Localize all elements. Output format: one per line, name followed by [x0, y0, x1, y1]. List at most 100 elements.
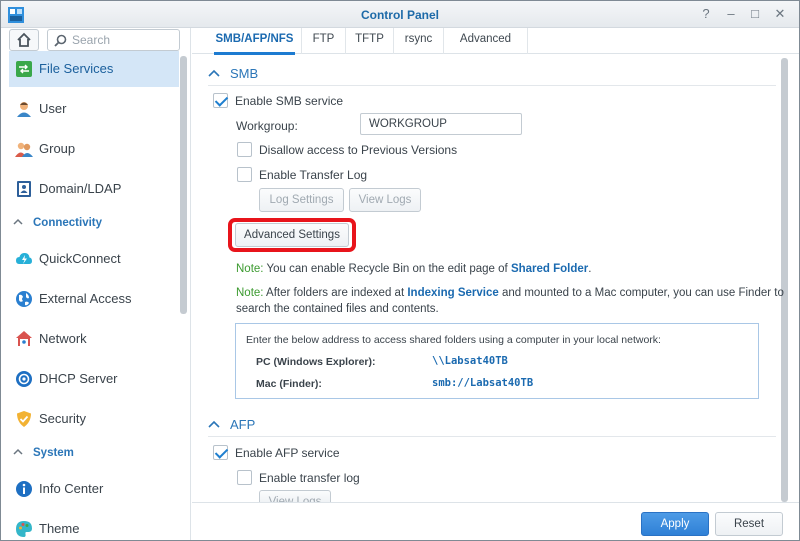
sidebar-item-label: Security — [39, 411, 86, 426]
advanced-settings-button[interactable]: Advanced Settings — [235, 223, 349, 247]
sidebar: File Services User Group — [1, 28, 191, 540]
chevron-up-icon — [208, 420, 220, 428]
section-divider — [208, 85, 776, 86]
afp-transfer-log-checkbox[interactable] — [237, 470, 252, 485]
sidebar-item-label: DHCP Server — [39, 371, 118, 386]
main-panel: SMB/AFP/NFS FTP TFTP rsync Advanced SMB … — [192, 28, 799, 540]
access-address-box: Enter the below address to access shared… — [235, 323, 759, 399]
workgroup-input[interactable] — [360, 113, 522, 135]
maximize-button[interactable]: □ — [747, 6, 763, 22]
home-icon — [17, 32, 31, 47]
enable-transfer-log-checkbox[interactable] — [237, 167, 252, 182]
indexing-service-link[interactable]: Indexing Service — [407, 287, 498, 299]
recycle-bin-note: Note: You can enable Recycle Bin on the … — [236, 261, 591, 277]
chevron-up-icon — [13, 218, 23, 225]
control-panel-window: Control Panel ? – □ ✕ File Services — [0, 0, 800, 541]
chevron-up-icon — [208, 69, 220, 77]
enable-smb-checkbox[interactable] — [213, 93, 228, 108]
note-text: You can enable Recycle Bin on the edit p… — [263, 263, 511, 275]
theme-icon — [16, 521, 32, 537]
enable-afp-label: Enable AFP service — [235, 446, 340, 460]
note-line-2: search the contained files and contents. — [236, 303, 439, 315]
disallow-previous-versions-checkbox[interactable] — [237, 142, 252, 157]
sidebar-item-security[interactable]: Security — [9, 401, 179, 437]
mac-label: Mac (Finder): — [256, 378, 322, 390]
user-icon — [17, 102, 31, 117]
footer-bar: Apply Reset — [192, 502, 799, 540]
shared-folder-link[interactable]: Shared Folder — [511, 263, 588, 275]
sidebar-item-external-access[interactable]: External Access — [9, 281, 179, 317]
sidebar-section-connectivity[interactable]: Connectivity — [11, 214, 179, 234]
search-input[interactable] — [72, 32, 176, 48]
sidebar-item-label: Theme — [39, 521, 80, 536]
smb-section-title: SMB — [230, 66, 259, 81]
note-prefix: Note: — [236, 263, 264, 275]
tab-rsync[interactable]: rsync — [394, 28, 444, 54]
sidebar-item-theme[interactable]: Theme — [9, 511, 179, 540]
tab-ftp[interactable]: FTP — [302, 28, 346, 54]
group-icon — [15, 142, 33, 157]
sidebar-item-file-services[interactable]: File Services — [9, 51, 179, 87]
mac-address[interactable]: smb://Labsat40TB — [432, 377, 533, 389]
note-text: After folders are indexed at — [263, 287, 408, 299]
sidebar-item-group[interactable]: Group — [9, 131, 179, 167]
sidebar-item-label: Group — [39, 141, 76, 156]
info-icon — [16, 481, 32, 497]
sidebar-item-label: Network — [39, 331, 87, 346]
sidebar-item-quickconnect[interactable]: QuickConnect — [9, 241, 179, 277]
window-title: Control Panel — [360, 8, 439, 22]
afp-section-title: AFP — [230, 417, 256, 432]
note-text-2: and mounted to a Mac computer, you can u… — [498, 287, 784, 299]
tab-tftp[interactable]: TFTP — [346, 28, 394, 54]
help-button[interactable]: ? — [698, 6, 714, 22]
chevron-up-icon — [13, 448, 23, 455]
search-icon — [54, 34, 67, 47]
view-logs-button[interactable]: View Logs — [349, 188, 421, 212]
quickconnect-icon — [16, 253, 32, 264]
section-divider — [208, 436, 776, 437]
file-services-icon — [16, 61, 32, 77]
sidebar-section-system[interactable]: System — [11, 444, 179, 464]
note-suffix: . — [588, 263, 592, 275]
tab-smb-afp-nfs[interactable]: SMB/AFP/NFS — [208, 28, 302, 55]
sidebar-item-label: External Access — [39, 291, 132, 306]
globe-icon — [16, 291, 32, 307]
sidebar-scrollbar[interactable] — [180, 56, 187, 314]
disallow-previous-versions-label: Disallow access to Previous Versions — [259, 143, 458, 157]
sidebar-item-label: Domain/LDAP — [39, 181, 122, 196]
network-icon — [16, 331, 32, 346]
search-box[interactable] — [47, 29, 180, 51]
afp-transfer-log-label: Enable transfer log — [259, 471, 360, 485]
tab-bar: SMB/AFP/NFS FTP TFTP rsync Advanced — [192, 28, 799, 55]
sidebar-item-label: File Services — [39, 61, 114, 76]
shield-icon — [17, 411, 31, 427]
sidebar-item-info-center[interactable]: Info Center — [9, 471, 179, 507]
sidebar-item-domain-ldap[interactable]: Domain/LDAP — [9, 171, 179, 207]
reset-button[interactable]: Reset — [715, 512, 783, 536]
sidebar-item-dhcp-server[interactable]: DHCP Server — [9, 361, 179, 397]
sidebar-item-label: QuickConnect — [39, 251, 121, 266]
enable-transfer-log-label: Enable Transfer Log — [259, 168, 368, 182]
sidebar-item-network[interactable]: Network — [9, 321, 179, 357]
sidebar-item-label: Info Center — [39, 481, 104, 496]
indexing-note: Note: After folders are indexed at Index… — [236, 285, 784, 317]
sidebar-section-label: System — [33, 447, 74, 459]
sidebar-section-label: Connectivity — [33, 217, 103, 229]
workgroup-label: Workgroup: — [236, 119, 298, 133]
close-button[interactable]: ✕ — [772, 6, 788, 22]
note-prefix: Note: — [236, 287, 264, 299]
enable-afp-checkbox[interactable] — [213, 445, 228, 460]
content-scrollbar[interactable] — [781, 58, 788, 502]
pc-address[interactable]: \\Labsat40TB — [432, 355, 508, 367]
enable-smb-label: Enable SMB service — [235, 94, 344, 108]
log-settings-button[interactable]: Log Settings — [259, 188, 344, 212]
tab-advanced[interactable]: Advanced — [444, 28, 528, 54]
access-description: Enter the below address to access shared… — [246, 334, 661, 346]
minimize-button[interactable]: – — [723, 6, 739, 22]
apply-button[interactable]: Apply — [641, 512, 709, 536]
sidebar-item-user[interactable]: User — [9, 91, 179, 127]
title-bar: Control Panel ? – □ ✕ — [1, 1, 799, 28]
home-button[interactable] — [9, 29, 39, 51]
dhcp-icon — [16, 371, 32, 387]
domain-icon — [17, 181, 31, 197]
